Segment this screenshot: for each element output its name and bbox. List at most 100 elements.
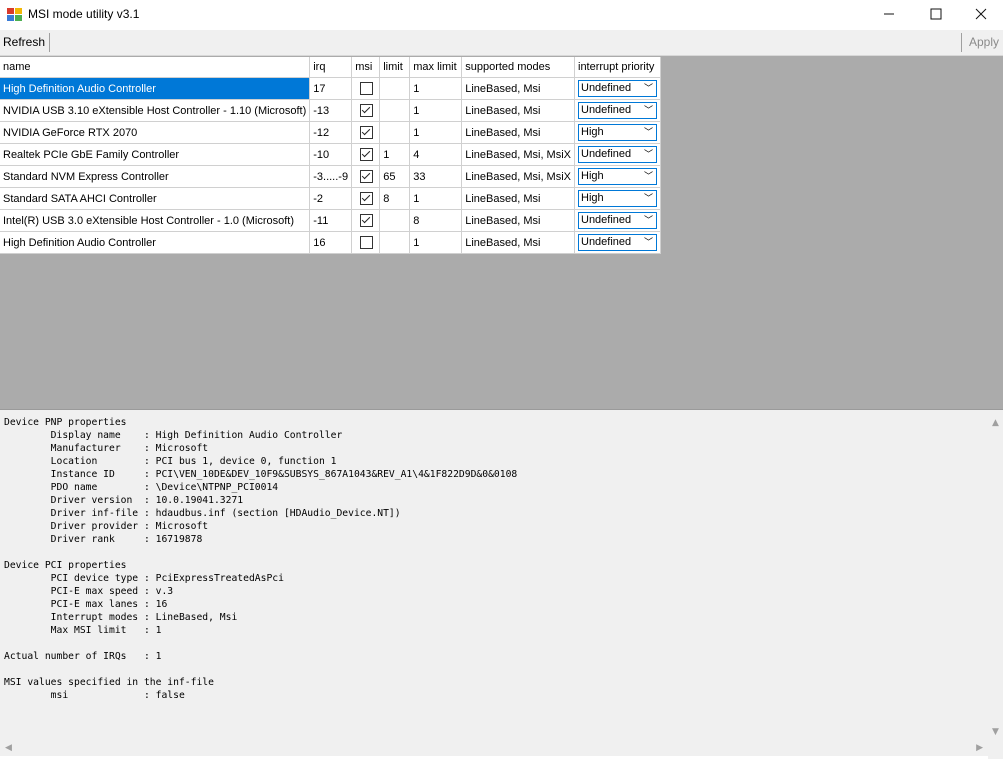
- limit-cell[interactable]: [379, 231, 411, 254]
- interrupt-priority-value: Undefined: [581, 214, 632, 226]
- interrupt-priority-value: High: [581, 126, 604, 138]
- app-icon: [7, 8, 23, 22]
- chevron-down-icon[interactable]: ﹀: [644, 213, 653, 228]
- grid-header-row: name irq msi limit max limit supported m…: [0, 57, 661, 78]
- maximize-button[interactable]: [913, 0, 959, 30]
- device-name-cell[interactable]: High Definition Audio Controller: [0, 231, 311, 254]
- title-bar: MSI mode utility v3.1: [0, 0, 1003, 30]
- toolbar: Refresh Apply: [0, 30, 1003, 56]
- table-row[interactable]: High Definition Audio Controller 16 1 LineB…: [0, 231, 661, 254]
- table-row[interactable]: Realtek PCIe GbE Family Controller -10 1 4 L…: [0, 143, 661, 166]
- max-limit-cell: 1: [409, 231, 463, 254]
- chevron-down-icon[interactable]: ﹀: [644, 81, 653, 96]
- msi-cell: [351, 143, 381, 166]
- msi-checkbox[interactable]: [360, 82, 374, 95]
- scroll-down-icon[interactable]: ▼: [992, 727, 999, 737]
- interrupt-priority-cell: High ﹀: [574, 121, 661, 144]
- close-button[interactable]: [958, 0, 1003, 30]
- device-name-cell[interactable]: Realtek PCIe GbE Family Controller: [0, 143, 311, 166]
- interrupt-priority-cell: High ﹀: [574, 187, 661, 210]
- column-header-interrupt-priority[interactable]: interrupt priority: [574, 57, 661, 78]
- max-limit-cell: 4: [409, 143, 463, 166]
- device-details-panel: Device PNP properties Display name : Hig…: [0, 414, 988, 741]
- scroll-up-icon[interactable]: ▲: [992, 418, 999, 428]
- scroll-corner: [988, 741, 1003, 759]
- chevron-down-icon[interactable]: ﹀: [644, 191, 653, 206]
- device-name-cell[interactable]: Standard NVM Express Controller: [0, 165, 311, 188]
- device-grid: name irq msi limit max limit supported m…: [0, 57, 661, 254]
- scroll-left-icon[interactable]: ◀: [5, 743, 12, 753]
- msi-checkbox[interactable]: [360, 104, 374, 117]
- max-limit-cell: 8: [409, 209, 463, 232]
- limit-cell[interactable]: 65: [379, 165, 411, 188]
- limit-cell[interactable]: 8: [379, 187, 411, 210]
- irq-cell: -13: [309, 99, 353, 122]
- limit-cell[interactable]: 1: [379, 143, 411, 166]
- vertical-scrollbar[interactable]: ▲ ▼: [988, 414, 1003, 741]
- limit-cell[interactable]: [379, 121, 411, 144]
- minimize-button[interactable]: [866, 0, 912, 30]
- interrupt-priority-value: Undefined: [581, 104, 632, 116]
- msi-checkbox[interactable]: [360, 148, 374, 161]
- table-row[interactable]: Standard NVM Express Controller -3.....-9…: [0, 165, 661, 188]
- max-limit-cell: 1: [409, 121, 463, 144]
- msi-checkbox[interactable]: [360, 214, 374, 227]
- device-name-cell[interactable]: NVIDIA USB 3.10 eXtensible Host Controll…: [0, 99, 311, 122]
- chevron-down-icon[interactable]: ﹀: [644, 235, 653, 250]
- table-row[interactable]: High Definition Audio Controller 17 1 LineB…: [0, 77, 661, 100]
- device-name-cell[interactable]: NVIDIA GeForce RTX 2070: [0, 121, 311, 144]
- limit-cell[interactable]: [379, 77, 411, 100]
- interrupt-priority-value: High: [581, 192, 604, 204]
- msi-checkbox[interactable]: [360, 126, 374, 139]
- chevron-down-icon[interactable]: ﹀: [644, 103, 653, 118]
- interrupt-priority-cell: High ﹀: [574, 165, 661, 188]
- limit-cell[interactable]: [379, 99, 411, 122]
- max-limit-cell: 33: [409, 165, 463, 188]
- interrupt-priority-dropdown[interactable]: Undefined ﹀: [578, 234, 657, 251]
- interrupt-priority-dropdown[interactable]: Undefined ﹀: [578, 212, 657, 229]
- column-header-supported-modes[interactable]: supported modes: [461, 57, 575, 78]
- irq-cell: 17: [309, 77, 353, 100]
- interrupt-priority-dropdown[interactable]: High ﹀: [578, 124, 657, 141]
- column-header-msi[interactable]: msi: [351, 57, 381, 78]
- interrupt-priority-value: Undefined: [581, 82, 632, 94]
- table-row[interactable]: NVIDIA GeForce RTX 2070 -12 1 LineBased, Ms…: [0, 121, 661, 144]
- toolbar-separator: [961, 33, 962, 52]
- irq-cell: -12: [309, 121, 353, 144]
- refresh-button[interactable]: Refresh: [3, 30, 45, 54]
- column-header-limit[interactable]: limit: [379, 57, 411, 78]
- apply-button[interactable]: Apply: [969, 30, 999, 54]
- msi-cell: [351, 209, 381, 232]
- interrupt-priority-dropdown[interactable]: Undefined ﹀: [578, 102, 657, 119]
- horizontal-scrollbar[interactable]: ◀ ▶: [0, 741, 988, 756]
- chevron-down-icon[interactable]: ﹀: [644, 169, 653, 184]
- interrupt-priority-dropdown[interactable]: Undefined ﹀: [578, 80, 657, 97]
- column-header-irq[interactable]: irq: [309, 57, 353, 78]
- interrupt-priority-dropdown[interactable]: High ﹀: [578, 190, 657, 207]
- msi-cell: [351, 187, 381, 210]
- chevron-down-icon[interactable]: ﹀: [644, 147, 653, 162]
- limit-cell[interactable]: [379, 209, 411, 232]
- msi-checkbox[interactable]: [360, 192, 374, 205]
- scroll-right-icon[interactable]: ▶: [976, 743, 983, 753]
- table-row[interactable]: NVIDIA USB 3.10 eXtensible Host Controll…: [0, 99, 661, 122]
- device-name-cell[interactable]: Standard SATA AHCI Controller: [0, 187, 311, 210]
- interrupt-priority-dropdown[interactable]: High ﹀: [578, 168, 657, 185]
- interrupt-priority-dropdown[interactable]: Undefined ﹀: [578, 146, 657, 163]
- irq-cell: -10: [309, 143, 353, 166]
- column-header-name[interactable]: name: [0, 57, 311, 78]
- table-row[interactable]: Intel(R) USB 3.0 eXtensible Host Control…: [0, 209, 661, 232]
- msi-cell: [351, 231, 381, 254]
- device-name-cell[interactable]: High Definition Audio Controller: [0, 77, 311, 100]
- interrupt-priority-value: Undefined: [581, 148, 632, 160]
- table-row[interactable]: Standard SATA AHCI Controller -2 8 1 LineBas…: [0, 187, 661, 210]
- max-limit-cell: 1: [409, 187, 463, 210]
- supported-modes-cell: LineBased, Msi, MsiX: [461, 165, 575, 188]
- column-header-max-limit[interactable]: max limit: [409, 57, 463, 78]
- device-name-cell[interactable]: Intel(R) USB 3.0 eXtensible Host Control…: [0, 209, 311, 232]
- interrupt-priority-cell: Undefined ﹀: [574, 143, 661, 166]
- maximize-icon: [930, 8, 942, 20]
- msi-checkbox[interactable]: [360, 236, 374, 249]
- msi-checkbox[interactable]: [360, 170, 374, 183]
- chevron-down-icon[interactable]: ﹀: [644, 125, 653, 140]
